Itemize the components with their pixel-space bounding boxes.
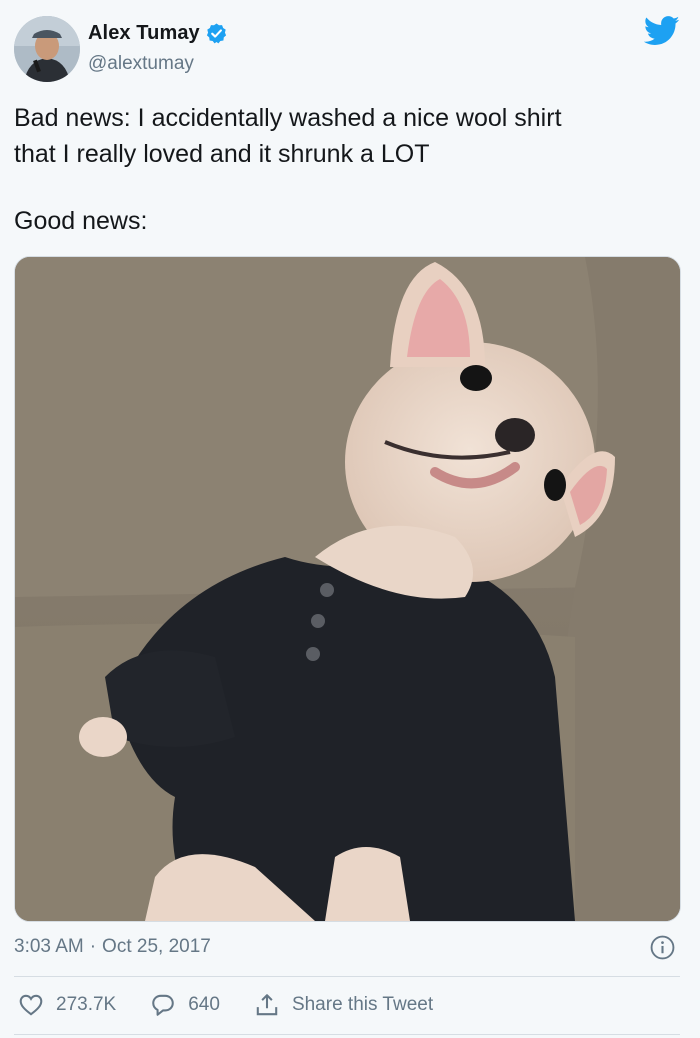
divider (14, 1034, 680, 1035)
display-name[interactable]: Alex Tumay (88, 22, 200, 45)
name-row: Alex Tumay (88, 22, 228, 45)
tweet-photo[interactable] (14, 256, 681, 922)
handle[interactable]: @alextumay (88, 53, 194, 75)
tweet-text-line: Bad news: I accidentally washed a nice w… (14, 104, 562, 132)
like-button[interactable]: 273.7K (18, 992, 116, 1018)
timestamp-separator: · (89, 936, 97, 957)
reply-count: 640 (188, 994, 220, 1015)
like-count: 273.7K (56, 994, 117, 1015)
tweet-text-line: Good news: (14, 207, 148, 235)
heart-icon (19, 994, 43, 1016)
share-label: Share this Tweet (291, 994, 434, 1015)
action-bar: 273.7K 640 Share this Tweet (18, 992, 467, 1018)
tweet-card: Alex Tumay @alextumay Bad news: I accide… (0, 0, 700, 1038)
tweet-time: 3:03 AM (14, 936, 84, 957)
reply-button[interactable]: 640 (150, 992, 220, 1018)
verified-badge-icon (205, 22, 228, 45)
info-icon[interactable] (650, 935, 675, 960)
share-button[interactable]: Share this Tweet (254, 992, 433, 1018)
reply-icon (152, 994, 175, 1016)
divider (14, 976, 680, 977)
avatar[interactable] (14, 16, 80, 82)
twitter-bird-icon[interactable] (643, 16, 680, 46)
tweet-text-line: that I really loved and it shrunk a LOT (14, 140, 430, 168)
share-icon (256, 994, 278, 1016)
tweet-date: Oct 25, 2017 (102, 936, 211, 957)
tweet-timestamp[interactable]: 3:03 AM · Oct 25, 2017 (14, 936, 211, 958)
